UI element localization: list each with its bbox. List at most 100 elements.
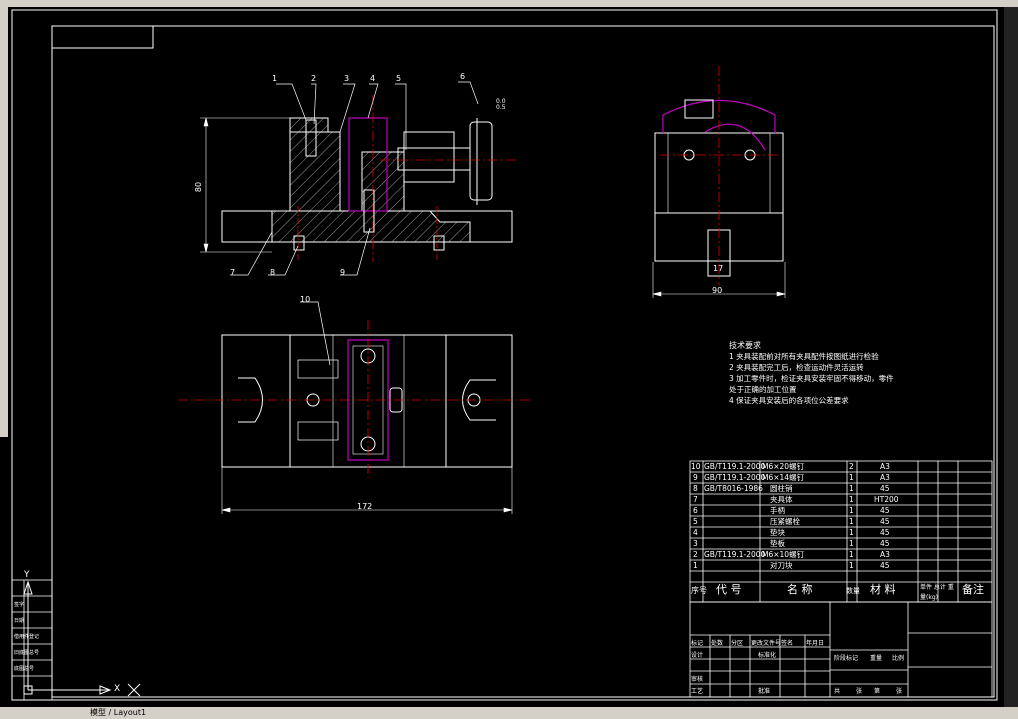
callout-10: 10 [300,295,311,304]
bom-qty: 1 [849,561,854,570]
bom-mat: HT200 [874,495,899,504]
dim-length-top: 172 [357,502,373,511]
ucs-x-label: X [114,684,121,694]
bom-no: 3 [693,539,698,548]
tech-note-2: 2 夹具装配完工后，检查运动件灵活运转 [729,363,864,372]
tech-note-3b: 处于正确的加工位置 [729,385,797,394]
ucs-y-label: Y [24,570,30,580]
tb-sign: 签名 [781,640,794,647]
tb-total: 共 [834,688,841,695]
tech-note-3: 3 加工零件时，检证夹具安装牢固不得移动，零件 [729,374,894,383]
bom-qty: 2 [849,462,854,471]
strip-total: 底图总号 [14,666,35,672]
tb-sheet2: 张 [896,688,903,695]
bom-mat: 45 [880,528,890,537]
bom-qty: 1 [849,495,854,504]
tb-zone: 分区 [731,640,744,647]
bom-name: 对刀块 [770,561,793,570]
bom-name: 手柄 [770,506,785,515]
tb-weight: 重量 [870,655,883,662]
callout-3: 3 [344,74,350,83]
layout-tabs[interactable]: 模型 / Layout1 [90,708,146,718]
dim-width-side: 90 [712,286,723,295]
bom-qty: 1 [849,473,854,482]
strip-borrow: 借用件登记 [14,634,40,640]
bom-mat: 45 [880,506,890,515]
callout-4: 4 [370,74,376,83]
right-edge [1004,7,1018,707]
callout-2: 2 [311,74,317,83]
bom-name: 垫块 [770,528,785,537]
bom-no: 9 [693,473,698,482]
bom-name: M6×14螺钉 [762,473,805,482]
bom-qty: 1 [849,517,854,526]
bom-mat: 45 [880,539,890,548]
tb-sheet1: 张 [856,688,863,695]
bom-qty: 1 [849,484,854,493]
bom-header-code: 代 号 [716,583,742,596]
strip-old-total: 旧底图总号 [14,650,40,656]
bom-code: GB/T8016-1986 [704,484,763,493]
callout-6: 6 [460,72,466,81]
bom-no: 6 [693,506,698,515]
tech-note-4: 4 保证夹具安装后的各项位公差要求 [729,396,849,405]
dim-shaft-side: 17 [713,264,724,273]
tb-design: 设计 [691,652,704,659]
bom-code: GB/T119.1-2000 [704,550,766,559]
bom-header-name: 名 称 [787,583,813,596]
bom-no: 4 [693,528,698,537]
bom-name: 夹具体 [770,495,793,504]
bom-name: M6×20螺钉 [762,462,805,471]
callout-1: 1 [272,74,278,83]
strip-date: 日期 [14,618,25,624]
bom-no: 7 [693,495,698,504]
tech-note-1: 1 夹具装配前对所有夹具配件按图纸进行检验 [729,352,879,361]
bom-mat: 45 [880,484,890,493]
bottom-tab-strip[interactable] [0,707,1018,719]
bom-no: 5 [693,517,698,526]
tb-count: 处数 [711,640,724,647]
bom-no: 10 [691,462,701,471]
bom-qty: 1 [849,506,854,515]
tb-mark: 标记 [691,640,704,647]
bom-name: 压紧螺栓 [770,517,800,526]
dim-height-front: 80 [194,181,204,193]
bom-code: GB/T119.1-2000 [704,462,766,471]
bom-mat: 45 [880,561,890,570]
tb-date: 年月日 [806,640,825,647]
bom-no: 1 [693,561,698,570]
bom-no: 2 [693,550,698,559]
bom-header-note: 备注 [962,583,984,596]
tb-process: 工艺 [691,688,704,695]
bom-header-mat: 材 料 [870,583,896,596]
bom-no: 8 [693,484,698,493]
strip-sign: 签字 [14,602,25,608]
left-scroll-strip[interactable] [0,7,8,437]
bom-header-no: 序号 [691,586,707,595]
bom-mat: A3 [880,473,890,482]
tb-page: 第 [874,688,881,695]
bom-name: M6×10螺钉 [762,550,805,559]
tb-standard: 标准化 [758,652,777,659]
tb-stage: 阶段标记 [834,655,859,662]
bom-code: GB/T119.1-2000 [704,473,766,482]
bom-header-weight: 单件 总计 重量(kg) [920,584,954,601]
callout-8: 8 [270,268,276,277]
tb-review: 审核 [691,676,704,683]
bom-name: 垫板 [770,539,785,548]
bom-mat: A3 [880,462,890,471]
bom-mat: 45 [880,517,890,526]
bom-header-qty: 数量 [846,587,860,595]
tb-approve: 批准 [758,688,771,695]
callout-7: 7 [230,268,236,277]
bom-name: 圆柱销 [770,484,793,493]
bom-qty: 1 [849,550,854,559]
callout-9: 9 [340,268,346,277]
top-window-strip [0,0,1018,7]
bom-qty: 1 [849,528,854,537]
bom-mat: A3 [880,550,890,559]
tb-scale: 比例 [892,655,905,662]
tech-notes-title: 技术要求 [729,341,761,350]
dim-small-bottom: 0.5 [496,104,506,111]
callout-5: 5 [396,74,402,83]
